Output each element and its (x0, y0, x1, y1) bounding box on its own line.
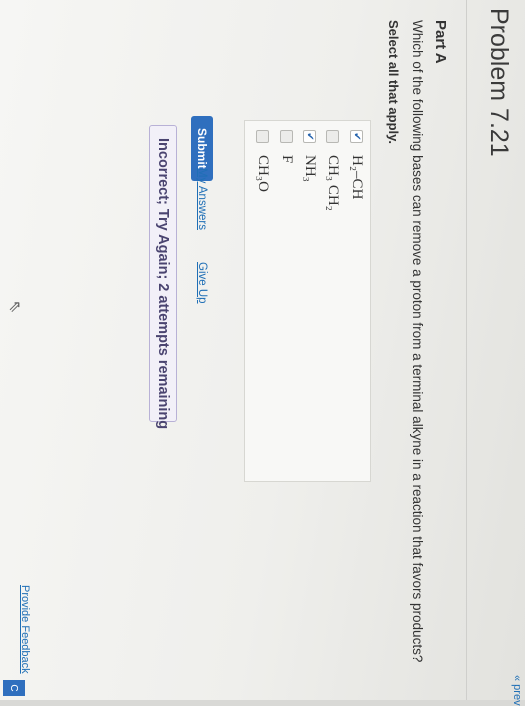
prev-link[interactable]: « prev (511, 675, 523, 706)
checkbox-checked-icon[interactable]: ✔ (303, 130, 316, 143)
option-label: CH₃ CH₂ (325, 155, 341, 211)
option-4[interactable]: F (278, 130, 295, 163)
checkbox-checked-icon[interactable]: ✔ (350, 130, 363, 143)
instruction-text: Select all that apply. (386, 20, 401, 145)
provide-feedback-link[interactable]: Provide Feedback (19, 585, 31, 674)
mouse-cursor-icon: ⇖ (6, 300, 23, 314)
problem-title: Problem 7.21 (485, 8, 513, 157)
option-label: F (279, 155, 295, 164)
screen: Problem 7.21 « prev Part A Which of the … (0, 0, 525, 706)
option-label: NH₃ (302, 155, 318, 182)
option-3[interactable]: ✔ NH₃ (301, 130, 318, 182)
header-divider (466, 0, 467, 700)
my-answers-link[interactable]: My Answers (196, 168, 208, 230)
give-up-link[interactable]: Give Up (196, 262, 208, 304)
option-1[interactable]: ✔ H₂–CH (348, 130, 365, 199)
checkbox-icon[interactable] (256, 130, 269, 143)
option-2[interactable]: CH₃ CH₂ (324, 130, 341, 211)
part-label: Part A (432, 20, 449, 64)
checkbox-icon[interactable] (326, 130, 339, 143)
feedback-message: Incorrect; Try Again; 2 attempts remaini… (149, 125, 177, 429)
option-5[interactable]: CH₃O (254, 130, 271, 192)
question-text: Which of the following bases can remove … (410, 20, 425, 663)
edge-button[interactable]: C (3, 680, 25, 696)
option-label: H₂–CH (349, 155, 365, 200)
option-label: CH₃O (255, 155, 271, 192)
checkbox-icon[interactable] (280, 130, 293, 143)
rotated-canvas: Problem 7.21 « prev Part A Which of the … (0, 0, 525, 706)
